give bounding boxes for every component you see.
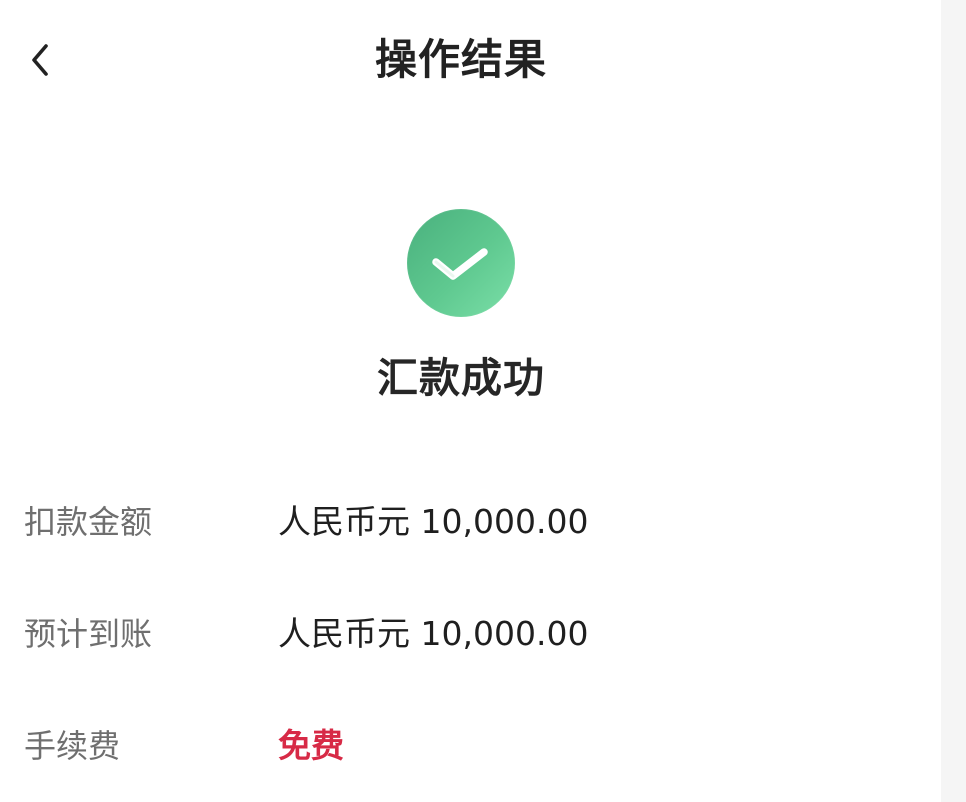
expected-arrival-value: 人民币元 10,000.00 (278, 614, 589, 653)
service-fee-row: 手续费 免费 (0, 720, 941, 772)
page-title: 操作结果 (374, 35, 547, 84)
right-side-gap (941, 0, 966, 802)
deduction-amount-label: 扣款金额 (24, 503, 153, 541)
deduction-amount-value: 人民币元 10,000.00 (278, 502, 589, 541)
remittance-result-screen: 操作结果 汇款成功 扣款金额 人民币元 10,000.00 预计到账 人民币元 … (0, 0, 941, 802)
service-fee-value: 免费 (278, 726, 344, 765)
deduction-amount-row: 扣款金额 人民币元 10,000.00 (0, 496, 941, 548)
service-fee-label: 手续费 (24, 727, 121, 765)
top-navigation-bar: 操作结果 (0, 0, 941, 120)
checkmark-circle-icon (407, 209, 515, 317)
expected-arrival-row: 预计到账 人民币元 10,000.00 (0, 608, 941, 660)
expected-arrival-label: 预计到账 (24, 615, 153, 653)
result-title: 汇款成功 (377, 354, 545, 402)
